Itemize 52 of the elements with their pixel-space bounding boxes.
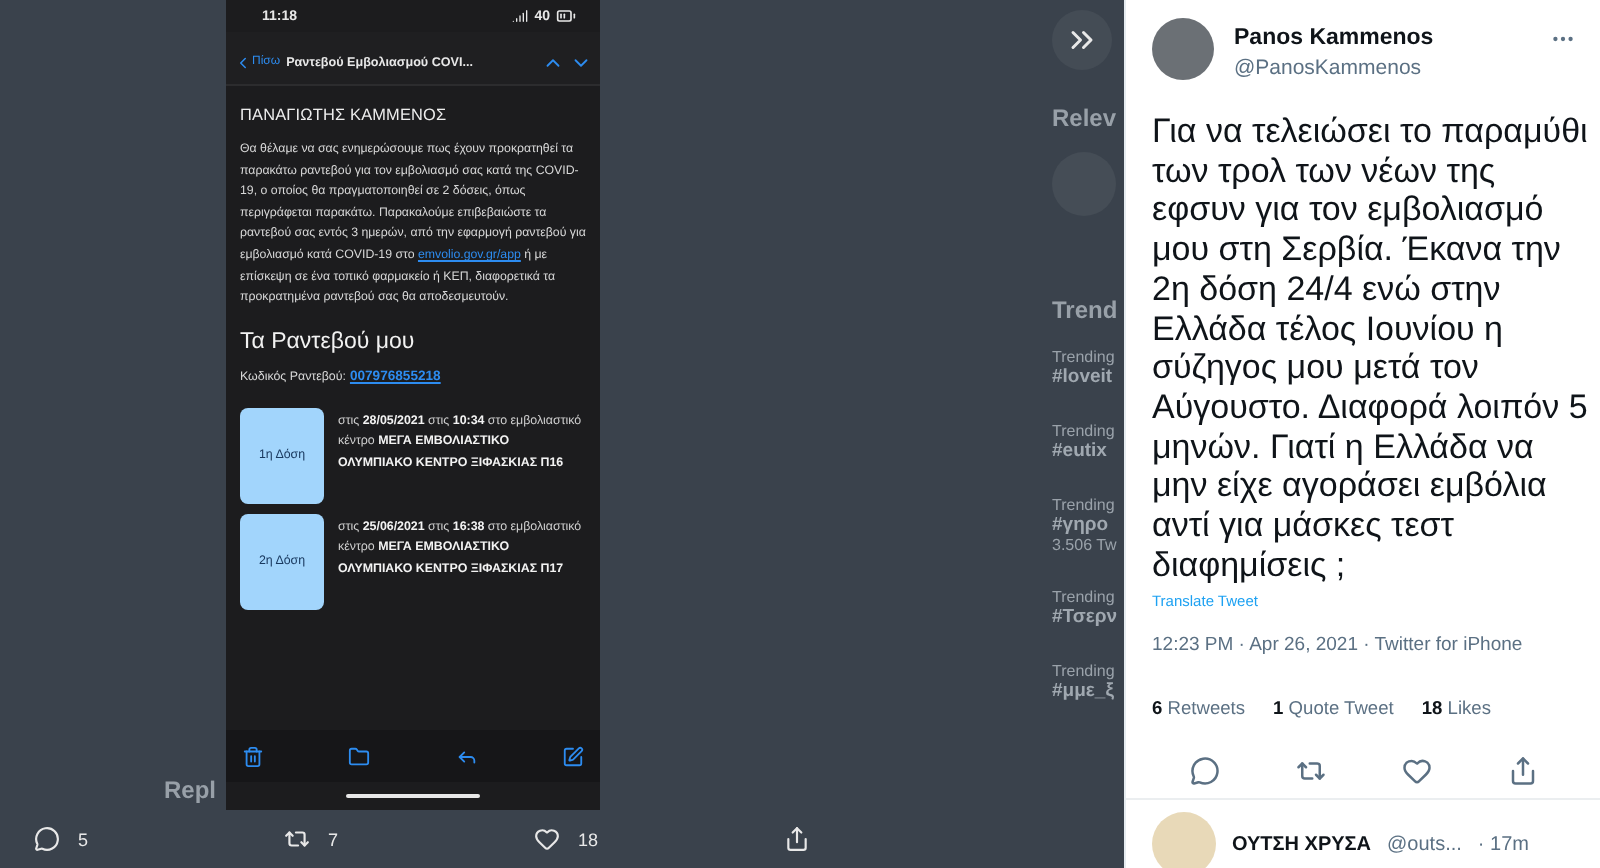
reply-time: · 17m bbox=[1477, 833, 1529, 856]
reply-button[interactable] bbox=[1190, 756, 1220, 787]
tweet-stat[interactable]: 18 Likes bbox=[1421, 698, 1491, 719]
trend-hashtag[interactable]: #γηρο bbox=[1052, 514, 1124, 536]
speech-bubble-icon bbox=[1190, 756, 1220, 787]
trend-hashtag[interactable]: #μμε_ξ bbox=[1052, 680, 1124, 702]
recipient-name: ΠΑΝΑΓΙΩΤΗΣ ΚΑΜΜΕΝΟΣ bbox=[240, 106, 449, 124]
tweet-timestamp: 12:23 PM · Apr 26, 2021 · Twitter for iPhone bbox=[1152, 634, 1525, 657]
reply-handle[interactable]: @outs... bbox=[1387, 833, 1462, 856]
like-button[interactable]: 18 bbox=[534, 826, 784, 852]
trend-kicker: Trending bbox=[1052, 348, 1117, 366]
trend-kicker: Trending bbox=[1052, 662, 1117, 680]
avatar-photo-placeholder bbox=[1152, 18, 1214, 80]
trend-kicker: Trending bbox=[1052, 422, 1117, 440]
battery-icon bbox=[556, 6, 576, 26]
trends-heading: Trend bbox=[1052, 296, 1120, 324]
retweet-icon bbox=[284, 826, 310, 852]
trend-hashtag[interactable]: #eutix bbox=[1052, 440, 1124, 462]
replies-heading: Repl bbox=[164, 776, 217, 804]
folder-button[interactable] bbox=[348, 745, 371, 767]
trend-kicker: Trending bbox=[1052, 496, 1117, 514]
retweet-button[interactable]: 7 bbox=[284, 826, 534, 852]
tweet-stat[interactable]: 1 Quote Tweet bbox=[1273, 698, 1394, 719]
author-handle[interactable]: @PanosKammenos bbox=[1234, 56, 1530, 80]
reply-arrow-icon bbox=[455, 745, 478, 767]
reply-button[interactable]: 5 bbox=[34, 826, 284, 852]
tweet-stat[interactable]: 6 Retweets bbox=[1152, 698, 1246, 719]
reply-button[interactable] bbox=[455, 745, 478, 767]
author-name[interactable]: Panos Kammenos bbox=[1234, 26, 1530, 50]
compose-button[interactable] bbox=[561, 745, 584, 767]
heart-icon bbox=[1402, 756, 1432, 787]
compose-icon bbox=[561, 745, 584, 767]
folder-icon bbox=[348, 745, 371, 767]
tweet-text: Για να τελειώσει το παραμύθι των τρολ των νέων της εφσυν για τον εμβολιασμό μου στη Σερβία. Έκανα την 2η δόση 24/4 ενώ στην Ελλάδα τέλος Ιουνίου η σύζηγος μου μετά τον Αύγουστο. Διαφορά λοιπόν 5 μηνών. Γιατί η Ελλάδα να μην είχε αγοράσει εμβόλια αντί για μάσκες τεστ διαφημίσεις ; bbox=[1152, 112, 1590, 585]
sidebar-heading: Relev bbox=[1052, 104, 1119, 132]
home-indicator bbox=[346, 794, 480, 798]
trend-kicker: Trending bbox=[1052, 588, 1117, 606]
expand-button[interactable] bbox=[1052, 10, 1112, 70]
trash-button[interactable] bbox=[242, 745, 264, 767]
chevron-left-icon bbox=[234, 53, 252, 71]
avatar-photo-placeholder bbox=[1152, 812, 1216, 868]
signal-icon bbox=[512, 8, 529, 24]
trend-hashtag[interactable]: #Τσερν bbox=[1052, 606, 1124, 628]
share-icon bbox=[784, 826, 810, 852]
heart-icon bbox=[534, 826, 560, 852]
like-button[interactable] bbox=[1402, 756, 1432, 787]
section-title: Τα Ραντεβού μου bbox=[240, 329, 417, 354]
trash-icon bbox=[242, 745, 264, 767]
speech-bubble-icon bbox=[34, 826, 60, 852]
reply-author-name[interactable]: ΟΥΤΣΗ ΧΡΥΣΑ bbox=[1232, 833, 1372, 856]
trend-count: 3.506 Tw bbox=[1052, 536, 1119, 554]
trend-hashtag[interactable]: #loveit bbox=[1052, 366, 1124, 388]
